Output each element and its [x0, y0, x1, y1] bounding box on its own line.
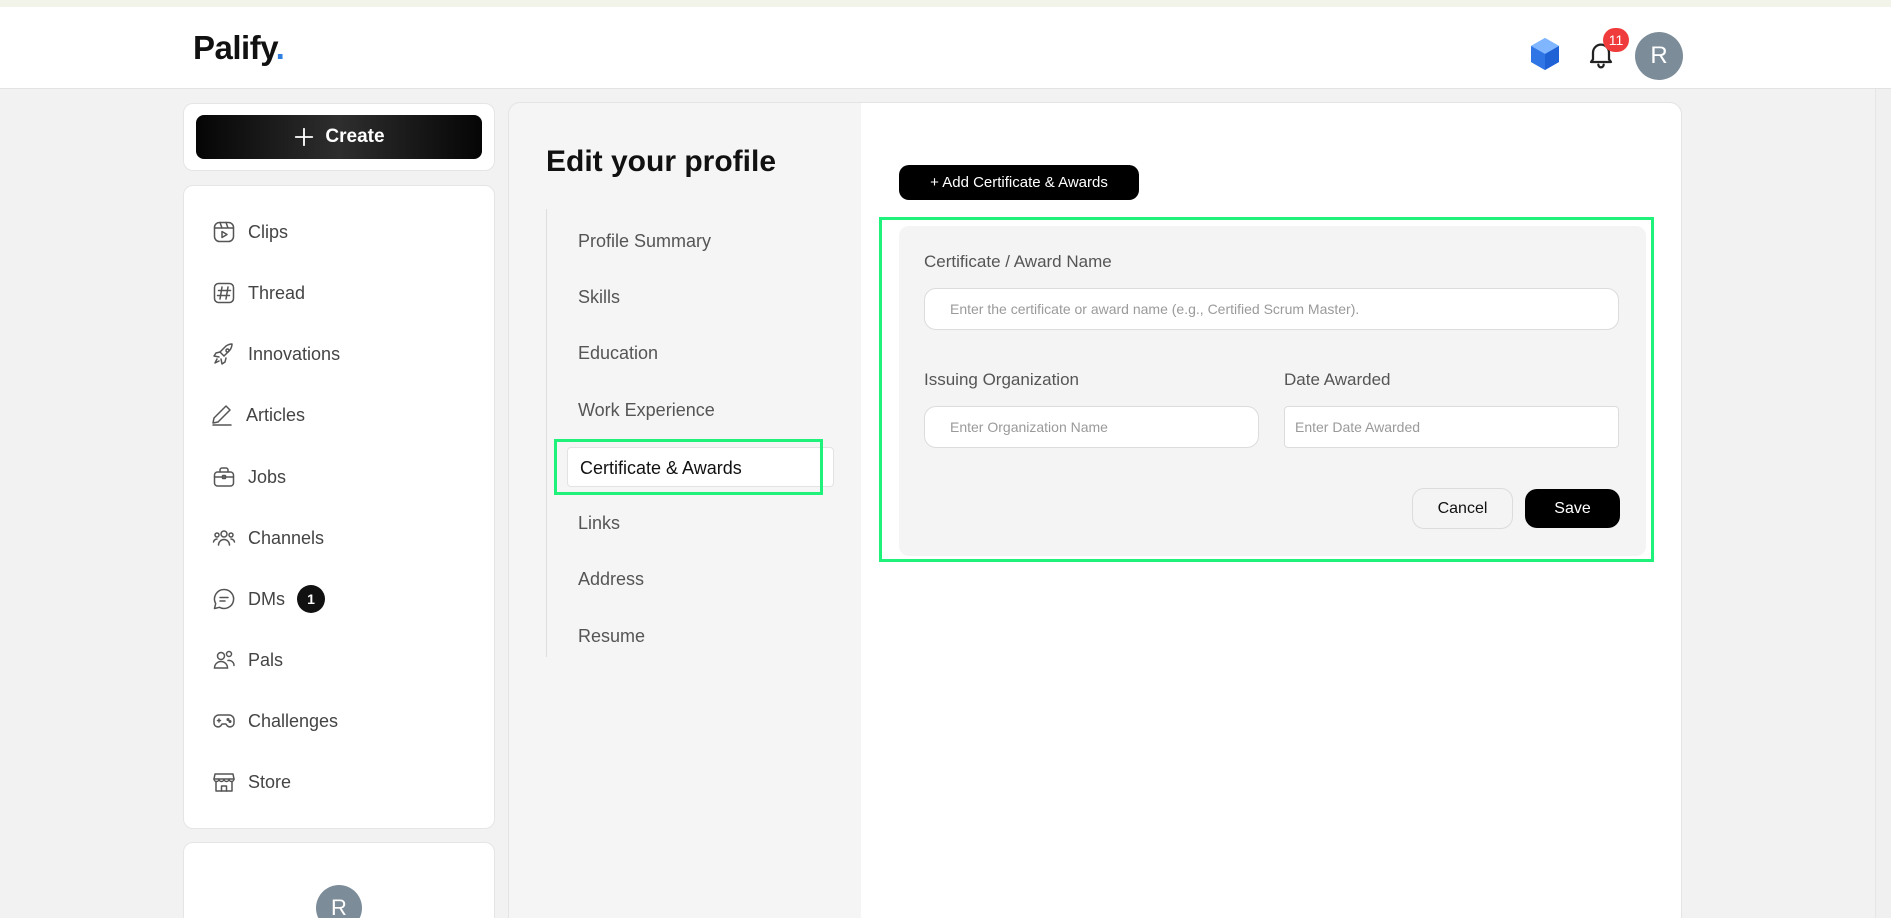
sidebar-item-label: Channels [248, 527, 325, 548]
sidebar-item-articles[interactable]: Articles [210, 400, 305, 430]
sidebar-item-jobs[interactable]: Jobs [212, 462, 286, 492]
palify-logo[interactable]: Palify. [193, 29, 285, 67]
profile-avatar[interactable]: R [316, 885, 362, 918]
logo-text: Palify [193, 29, 276, 66]
sidebar-item-label: Articles [246, 404, 306, 425]
clips-icon [213, 221, 235, 243]
chat-bubble-icon [213, 588, 235, 610]
create-card: Create [183, 103, 495, 171]
store-icon [213, 773, 235, 792]
menu-item-links[interactable]: Links [578, 513, 620, 534]
add-certificate-button[interactable]: + Add Certificate & Awards [899, 165, 1139, 200]
page-title: Edit your profile [546, 145, 777, 178]
sidebar-item-label: Store [248, 771, 292, 792]
gem-icon[interactable] [1529, 37, 1561, 71]
sidebar-nav: Clips Thread Innovations Articles Jobs C… [183, 185, 495, 829]
top-header: Palify. 11 R [0, 0, 1891, 89]
sidebar-item-dms[interactable]: DMs 1 [212, 584, 325, 614]
menu-item-resume[interactable]: Resume [578, 626, 645, 647]
briefcase-icon [213, 467, 235, 487]
sidebar-item-label: Challenges [248, 710, 339, 731]
sidebar-item-channels[interactable]: Channels [212, 523, 324, 553]
menu-item-work-experience[interactable]: Work Experience [578, 400, 715, 421]
page-scrollbar[interactable] [1875, 89, 1891, 918]
users-group-icon [212, 530, 236, 546]
create-button-label: Create [325, 126, 385, 147]
sidebar-item-challenges[interactable]: Challenges [212, 706, 338, 736]
dm-count-badge: 1 [297, 585, 325, 613]
gamepad-icon [213, 714, 235, 728]
sidebar-item-pals[interactable]: Pals [212, 645, 283, 675]
menu-item-skills[interactable]: Skills [578, 287, 620, 308]
sidebar-item-thread[interactable]: Thread [212, 278, 305, 308]
sidebar-item-label: Pals [248, 649, 284, 670]
rocket-icon [213, 343, 233, 365]
sidebar-item-label: Thread [248, 282, 306, 303]
sidebar-item-innovations[interactable]: Innovations [212, 339, 340, 369]
highlight-box-menu [554, 439, 823, 495]
hashtag-icon [213, 282, 235, 304]
plus-icon [295, 127, 314, 147]
menu-item-profile-summary[interactable]: Profile Summary [578, 231, 711, 252]
highlight-box-form [879, 217, 1654, 562]
sidebar-item-label: Clips [248, 221, 289, 242]
create-button[interactable]: Create [196, 115, 482, 159]
menu-item-education[interactable]: Education [578, 343, 658, 364]
user-avatar[interactable]: R [1635, 32, 1683, 80]
sidebar-item-label: Innovations [248, 343, 341, 364]
pals-icon [213, 650, 235, 669]
pencil-icon [212, 405, 232, 426]
sidebar-item-store[interactable]: Store [212, 767, 291, 797]
logo-dot: . [275, 29, 285, 66]
profile-card: R [183, 842, 495, 918]
menu-item-address[interactable]: Address [578, 569, 644, 590]
notification-badge: 11 [1603, 28, 1629, 52]
sidebar-item-label: DMs [248, 588, 285, 609]
sidebar-item-label: Jobs [248, 466, 287, 487]
menu-divider [546, 209, 547, 657]
sidebar-item-clips[interactable]: Clips [212, 217, 288, 247]
